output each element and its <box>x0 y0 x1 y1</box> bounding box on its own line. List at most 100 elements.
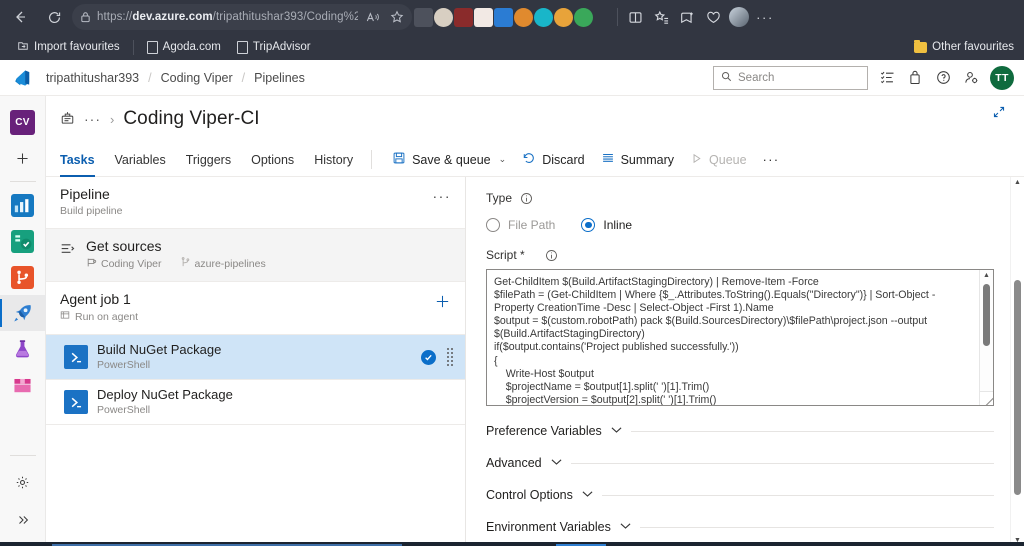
address-bar[interactable]: https://dev.azure.com/tripathitushar393/… <box>72 4 412 30</box>
help-question-icon[interactable] <box>934 69 952 87</box>
chevron-down-icon <box>551 458 562 468</box>
star-icon[interactable] <box>390 10 404 24</box>
summary-button[interactable]: Summary <box>593 143 682 177</box>
scroll-up-icon[interactable]: ▲ <box>983 272 990 279</box>
breadcrumb-pipelines[interactable]: Pipelines <box>254 71 305 85</box>
extension-4[interactable] <box>474 7 493 27</box>
favourite-tripadvisor[interactable]: TripAdvisor <box>230 39 318 56</box>
toolbar-divider <box>371 150 373 169</box>
get-sources-row[interactable]: Get sources Coding Viper azure-pipelines <box>46 229 465 282</box>
azure-devops-logo[interactable] <box>0 68 46 88</box>
search-input[interactable]: Search <box>713 65 868 90</box>
section-preference-variables[interactable]: Preference Variables <box>486 424 994 438</box>
pipeline-row[interactable]: Pipeline Build pipeline ··· <box>46 177 465 229</box>
script-editor[interactable]: Get-ChildItem $(Build.ArtifactStagingDir… <box>486 269 994 406</box>
favorites-list-icon[interactable] <box>648 4 674 30</box>
breadcrumb: tripathitushar393 / Coding Viper / Pipel… <box>46 71 305 85</box>
extension-1[interactable] <box>414 7 433 27</box>
radio-inline[interactable]: Inline <box>581 218 632 232</box>
scroll-up-icon[interactable]: ▲ <box>1014 179 1021 186</box>
extension-10[interactable] <box>594 7 613 27</box>
tab-variables[interactable]: Variables <box>105 143 176 177</box>
gear-icon[interactable] <box>0 464 46 500</box>
agent-job-title: Agent job 1 <box>60 291 131 307</box>
extension-8[interactable] <box>554 7 573 27</box>
resize-handle[interactable] <box>979 391 993 405</box>
breadcrumb-project[interactable]: Coding Viper <box>161 71 233 85</box>
more-options-icon[interactable]: ··· <box>752 4 778 30</box>
drag-grip-icon[interactable] <box>445 348 455 366</box>
user-settings-icon[interactable] <box>962 69 980 87</box>
script-input[interactable]: Get-ChildItem $(Build.ArtifactStagingDir… <box>487 270 979 405</box>
pipeline-overflow-button[interactable]: ··· <box>433 186 452 204</box>
page-scrollbar[interactable]: ▲ ▼ <box>1010 177 1024 546</box>
add-task-button[interactable] <box>434 291 451 313</box>
sidebar-item-overview[interactable] <box>0 187 46 223</box>
sidebar-item-artifacts[interactable] <box>0 367 46 403</box>
boards-checklist-icon[interactable] <box>878 69 896 87</box>
info-icon[interactable] <box>520 192 533 205</box>
extension-9[interactable] <box>574 7 593 27</box>
chevron-down-icon <box>582 490 593 500</box>
section-environment-variables[interactable]: Environment Variables <box>486 520 994 534</box>
browser-chrome: https://dev.azure.com/tripathitushar393/… <box>0 0 1024 60</box>
artifacts-box-icon <box>11 374 34 397</box>
get-sources-text: Get sources Coding Viper azure-pipelines <box>86 238 451 271</box>
new-item-button[interactable] <box>0 140 46 176</box>
scrollbar-thumb[interactable] <box>1014 280 1021 495</box>
pipeline-subtitle: Build pipeline <box>60 205 123 217</box>
collections-icon[interactable] <box>674 4 700 30</box>
info-icon[interactable] <box>545 249 558 262</box>
expand-diagonal-icon[interactable] <box>992 105 1006 122</box>
tab-options[interactable]: Options <box>241 143 304 177</box>
section-advanced[interactable]: Advanced <box>486 456 994 470</box>
tab-history[interactable]: History <box>304 143 363 177</box>
sidebar-item-repos[interactable] <box>0 259 46 295</box>
page-title: Coding Viper-CI <box>123 108 260 129</box>
sidebar-item-boards[interactable] <box>0 223 46 259</box>
avatar[interactable]: TT <box>990 65 1014 90</box>
extension-6[interactable] <box>514 7 533 27</box>
reload-icon[interactable] <box>40 3 68 31</box>
agent-job-subtitle-label: Run on agent <box>75 310 139 323</box>
split-screen-icon[interactable] <box>622 4 648 30</box>
extension-5[interactable] <box>494 7 513 27</box>
sidebar-item-test-plans[interactable] <box>0 331 46 367</box>
page-header-overflow[interactable]: ··· <box>84 111 101 127</box>
read-aloud-icon[interactable] <box>366 11 380 24</box>
content-area: ··· › Coding Viper-CI Tasks Variables Tr… <box>46 96 1024 546</box>
search-icon <box>721 71 732 85</box>
favourite-agoda[interactable]: Agoda.com <box>140 39 228 56</box>
task-row[interactable]: Build NuGet Package PowerShell <box>46 335 465 380</box>
breadcrumb-org[interactable]: tripathitushar393 <box>46 71 139 85</box>
save-icon <box>392 151 406 168</box>
section-control-options[interactable]: Control Options <box>486 488 994 502</box>
favourite-import-favourites[interactable]: Import favourites <box>10 38 127 57</box>
type-label: Type <box>486 191 513 205</box>
radio-file-path[interactable]: File Path <box>486 218 555 232</box>
browser-essentials-icon[interactable] <box>700 4 726 30</box>
tasks-pane: Pipeline Build pipeline ··· Get sources … <box>46 177 466 546</box>
extension-3[interactable] <box>454 7 473 27</box>
scrollbar-thumb[interactable] <box>983 283 990 346</box>
marketplace-bag-icon[interactable] <box>906 69 924 87</box>
project-avatar[interactable]: CV <box>0 104 46 140</box>
back-arrow-icon[interactable] <box>6 3 34 31</box>
profile-icon[interactable] <box>726 4 752 30</box>
task-row[interactable]: Deploy NuGet Package PowerShell <box>46 380 465 425</box>
save-and-queue-button[interactable]: Save & queue ⌄ <box>384 143 514 177</box>
other-favourites-button[interactable]: Other favourites <box>914 39 1014 53</box>
queue-button[interactable]: Queue <box>682 143 755 177</box>
agent-job-row[interactable]: Agent job 1 Run on agent <box>46 282 465 335</box>
radio-inline-label: Inline <box>603 218 633 232</box>
extension-7[interactable] <box>534 7 553 27</box>
more-commands-button[interactable]: ··· <box>755 143 788 177</box>
tab-tasks[interactable]: Tasks <box>60 143 105 177</box>
more-commands-label: ··· <box>762 152 780 167</box>
extension-2[interactable] <box>434 7 453 27</box>
discard-button[interactable]: Discard <box>514 143 592 177</box>
tab-triggers[interactable]: Triggers <box>176 143 241 177</box>
sidebar-item-pipelines[interactable] <box>0 295 46 331</box>
chevron-double-right-icon[interactable] <box>0 502 46 538</box>
script-scrollbar[interactable]: ▲ ▼ <box>979 270 993 405</box>
